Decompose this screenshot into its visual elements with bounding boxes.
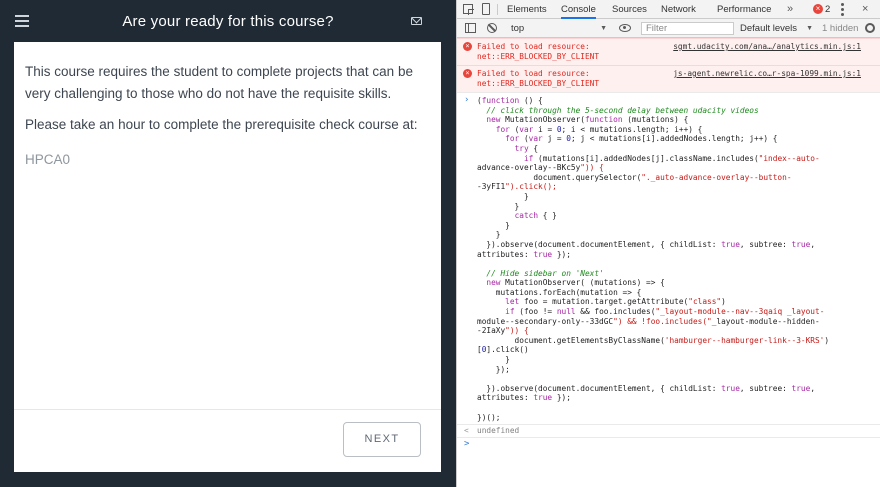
code-line: document.getElementsByClassName('hamburg… bbox=[477, 335, 830, 345]
devtools-panel: Elements Console Sources Network Perform… bbox=[456, 0, 880, 487]
code-line: let foo = mutation.target.getAttribute("… bbox=[505, 297, 726, 307]
code-line: } bbox=[477, 201, 520, 211]
hidden-count: 1 hidden bbox=[822, 23, 859, 34]
error-count[interactable]: 2 bbox=[825, 0, 830, 19]
console-command: › (function () { // click through the 5-… bbox=[457, 92, 880, 424]
code-line: } bbox=[477, 230, 501, 240]
code-line: }); bbox=[477, 364, 510, 374]
live-expression-eye-icon[interactable] bbox=[619, 24, 631, 32]
code-line: (function () { bbox=[477, 96, 543, 105]
code-line: attributes: true }); bbox=[477, 393, 571, 403]
kebab-menu-icon[interactable] bbox=[841, 3, 844, 16]
code-line: }).observe(document.documentElement, { c… bbox=[477, 239, 816, 249]
console-prompt[interactable]: > bbox=[457, 437, 880, 451]
code-line: try { bbox=[514, 143, 539, 153]
console-output: × Failed to load resource: net::ERR_BLOC… bbox=[457, 38, 880, 487]
tab-network[interactable]: Network bbox=[661, 0, 696, 19]
devtools-tabbar: Elements Console Sources Network Perform… bbox=[457, 0, 880, 19]
error-message: Failed to load resource: net::ERR_BLOCKE… bbox=[477, 69, 600, 88]
code-line: if (foo != null && foo.includes("_layout… bbox=[505, 307, 825, 317]
code-line: module--secondary-only--33dGC") && !foo.… bbox=[477, 316, 820, 326]
clear-console-icon[interactable] bbox=[487, 23, 497, 33]
code-line: for (var j = 0; j < mutations[i].addedNo… bbox=[505, 134, 778, 144]
console-error-row: × Failed to load resource: net::ERR_BLOC… bbox=[457, 65, 880, 92]
course-code: HPCA0 bbox=[25, 152, 71, 167]
result-arrow-icon: < bbox=[464, 426, 469, 436]
next-button[interactable]: NEXT bbox=[343, 422, 421, 457]
tab-performance[interactable]: Performance bbox=[717, 0, 771, 19]
code-line: } bbox=[477, 191, 529, 201]
console-error-row: × Failed to load resource: net::ERR_BLOC… bbox=[457, 38, 880, 65]
show-sidebar-icon[interactable] bbox=[465, 23, 476, 33]
mail-icon[interactable] bbox=[411, 17, 422, 25]
content-card: This course requires the student to comp… bbox=[14, 42, 441, 472]
log-levels-dropdown[interactable]: Default levels ▼ bbox=[737, 21, 817, 36]
inspect-element-icon[interactable] bbox=[463, 4, 474, 15]
more-tabs-icon[interactable]: » bbox=[787, 0, 793, 18]
code-line: mutations.forEach(mutation => { bbox=[477, 287, 642, 297]
context-value: top bbox=[511, 23, 525, 34]
result-value: undefined bbox=[477, 426, 520, 436]
code-line: new MutationObserver( (mutations) => { bbox=[486, 278, 665, 288]
code-line: -2IaXy")) { bbox=[477, 326, 529, 336]
context-selector[interactable]: top ▼ bbox=[507, 21, 611, 36]
close-devtools-icon[interactable]: × bbox=[862, 0, 868, 19]
code-line: [0].click() bbox=[477, 345, 529, 355]
gear-icon[interactable] bbox=[865, 23, 875, 33]
code-line: // click through the 5-second delay betw… bbox=[486, 105, 759, 115]
code-line: -3yFI1").click(); bbox=[477, 182, 557, 192]
code-line: document.querySelector("._auto-advance-o… bbox=[477, 172, 792, 182]
page-title: Are your ready for this course? bbox=[122, 13, 334, 30]
error-icon: × bbox=[463, 42, 472, 51]
error-icon: × bbox=[463, 69, 472, 78]
app-header: Are your ready for this course? bbox=[0, 0, 456, 42]
instruction-paragraph: Please take an hour to complete the prer… bbox=[25, 117, 418, 132]
code-line: })(); bbox=[477, 412, 501, 422]
log-levels-value: Default levels bbox=[740, 23, 798, 34]
chevron-right-icon: › bbox=[464, 95, 470, 105]
code-line: } bbox=[477, 220, 510, 230]
course-app: Are your ready for this course? This cou… bbox=[0, 0, 456, 487]
code-line: new MutationObserver(function (mutations… bbox=[486, 115, 689, 125]
card-body: This course requires the student to comp… bbox=[14, 42, 441, 409]
chevron-down-icon: ▼ bbox=[600, 25, 607, 32]
tab-elements[interactable]: Elements bbox=[507, 0, 547, 19]
console-result: < undefined bbox=[457, 424, 880, 437]
code-line: } bbox=[477, 355, 510, 365]
code-line: for (var i = 0; i < mutations.length; i+… bbox=[495, 124, 703, 134]
chevron-down-icon: ▼ bbox=[806, 25, 813, 32]
tab-console[interactable]: Console bbox=[561, 0, 596, 19]
error-source-link[interactable]: js-agent.newrelic.co…r-spa-1099.min.js:1 bbox=[673, 69, 861, 79]
tab-sources[interactable]: Sources bbox=[612, 0, 647, 19]
console-toolbar: top ▼ Default levels ▼ 1 hidden bbox=[457, 19, 880, 38]
code-line: // Hide sidebar on 'Next' bbox=[486, 268, 604, 278]
code-line: advance-overlay--BKc5y")) { bbox=[477, 163, 604, 173]
device-toolbar-icon[interactable] bbox=[482, 3, 490, 15]
hamburger-menu-icon[interactable] bbox=[15, 15, 29, 27]
requirement-paragraph: This course requires the student to comp… bbox=[25, 64, 413, 101]
code-line: }).observe(document.documentElement, { c… bbox=[477, 383, 816, 393]
command-code: (function () { // click through the 5-se… bbox=[477, 96, 880, 422]
prompt-chevron-icon: > bbox=[464, 439, 470, 450]
code-line: attributes: true }); bbox=[477, 249, 571, 259]
error-badge-icon[interactable]: × bbox=[813, 4, 823, 14]
divider bbox=[497, 4, 498, 15]
code-line: if (mutations[i].addedNodes[j].className… bbox=[523, 153, 820, 163]
error-source-link[interactable]: sgmt.udacity.com/ana…/analytics.min.js:1 bbox=[673, 42, 861, 52]
code-line: catch { } bbox=[514, 211, 557, 221]
error-message: Failed to load resource: net::ERR_BLOCKE… bbox=[477, 42, 600, 61]
filter-input[interactable] bbox=[641, 22, 734, 35]
card-divider bbox=[14, 409, 441, 410]
